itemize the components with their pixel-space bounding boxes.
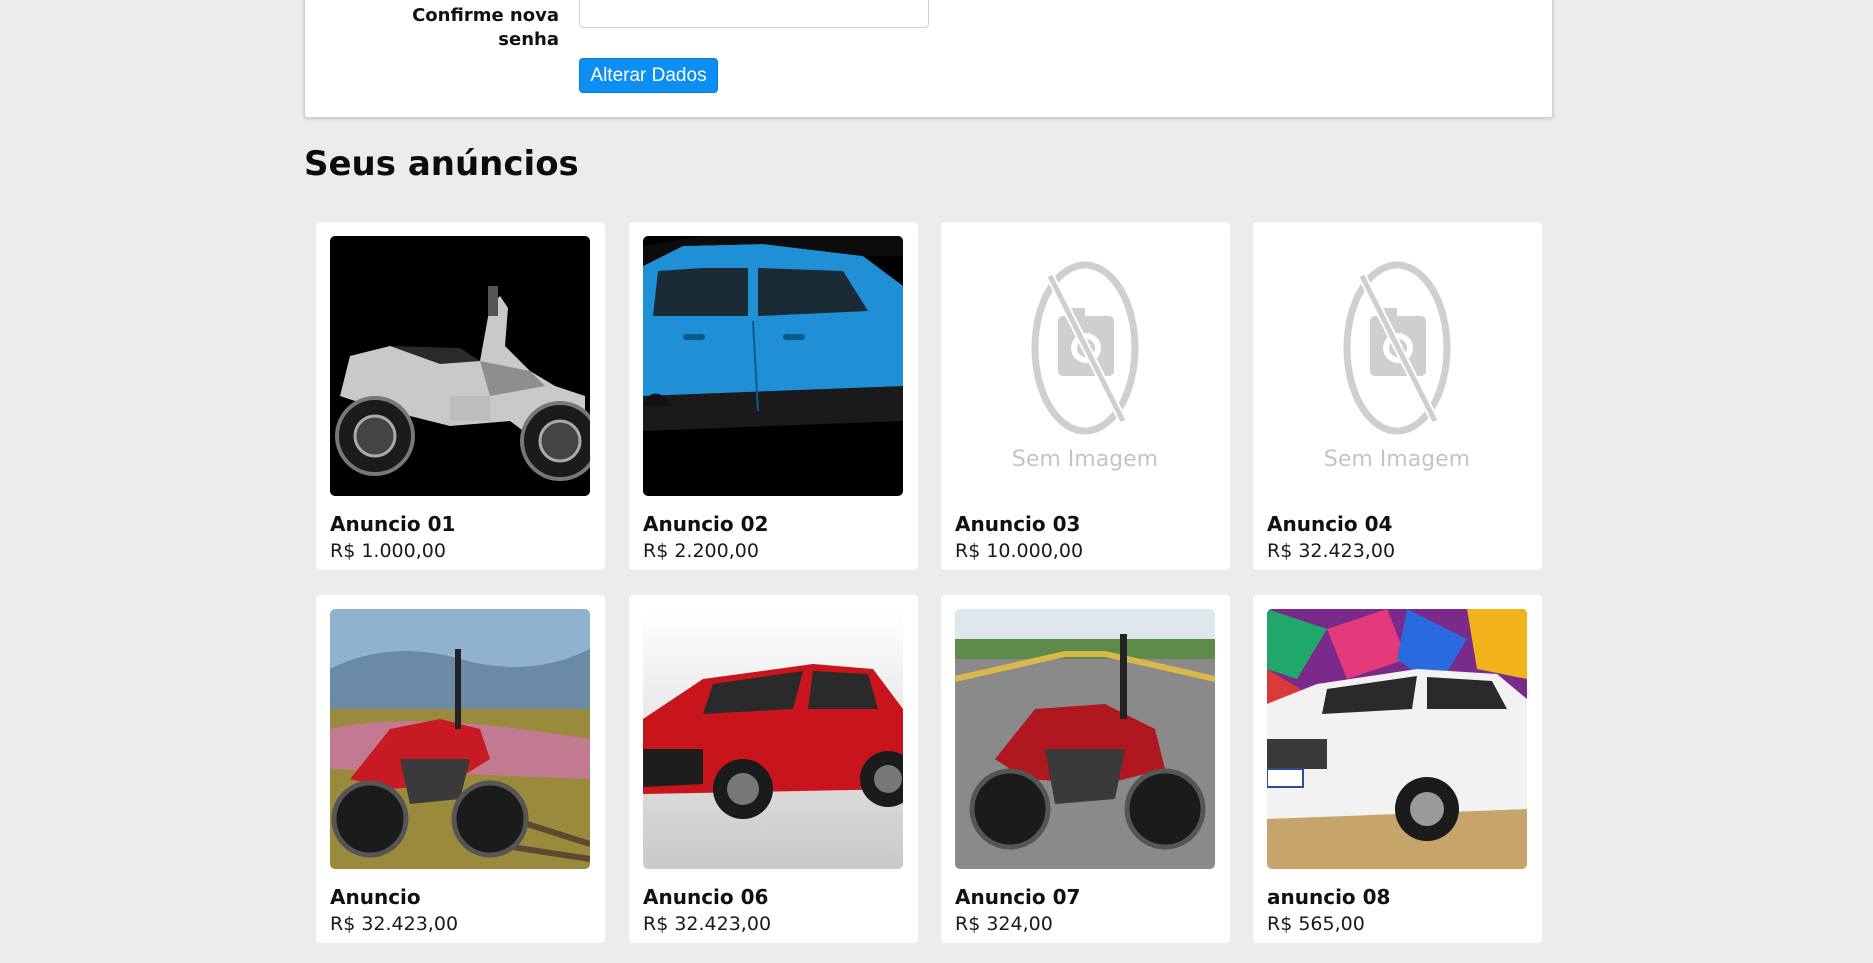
listing-title: Anuncio 02 bbox=[643, 512, 769, 536]
listing-card[interactable]: Anuncio 02 R$ 2.200,00 bbox=[629, 222, 918, 570]
listings-section-title: Seus anúncios bbox=[304, 144, 579, 184]
listing-image bbox=[1267, 609, 1527, 869]
update-data-button[interactable]: Alterar Dados bbox=[579, 58, 718, 93]
listing-card[interactable]: anuncio 08 R$ 565,00 bbox=[1253, 595, 1542, 943]
no-image-placeholder: Sem Imagem bbox=[955, 236, 1215, 496]
account-form-panel: Confirme nova senha Alterar Dados bbox=[304, 0, 1553, 118]
listing-image bbox=[330, 236, 590, 496]
listing-price: R$ 10.000,00 bbox=[955, 540, 1084, 562]
listing-image bbox=[643, 236, 903, 496]
no-image-text: Sem Imagem bbox=[1324, 447, 1470, 472]
listing-title: Anuncio 07 bbox=[955, 885, 1081, 909]
listing-card[interactable]: Anuncio 01 R$ 1.000,00 bbox=[316, 222, 605, 570]
confirm-password-label: Confirme nova senha bbox=[412, 5, 559, 50]
listing-title: Anuncio 06 bbox=[643, 885, 769, 909]
listing-price: R$ 32.423,00 bbox=[1267, 540, 1396, 562]
listing-image bbox=[643, 609, 903, 869]
no-image-text: Sem Imagem bbox=[1012, 447, 1158, 472]
listing-card[interactable]: Anuncio R$ 32.423,00 bbox=[316, 595, 605, 943]
listing-price: R$ 32.423,00 bbox=[330, 913, 459, 935]
confirm-password-input[interactable] bbox=[579, 0, 929, 28]
listing-title: Anuncio 04 bbox=[1267, 512, 1393, 536]
listing-price: R$ 1.000,00 bbox=[330, 540, 446, 562]
listing-title: Anuncio 01 bbox=[330, 512, 456, 536]
listing-price: R$ 32.423,00 bbox=[643, 913, 772, 935]
listing-title: anuncio 08 bbox=[1267, 885, 1391, 909]
listing-card[interactable]: Sem Imagem Anuncio 03 R$ 10.000,00 bbox=[941, 222, 1230, 570]
listing-title: Anuncio bbox=[330, 885, 421, 909]
listing-image bbox=[330, 609, 590, 869]
listing-card[interactable]: Anuncio 07 R$ 324,00 bbox=[941, 595, 1230, 943]
no-image-placeholder: Sem Imagem bbox=[1267, 236, 1527, 496]
listing-image bbox=[955, 609, 1215, 869]
listing-price: R$ 565,00 bbox=[1267, 913, 1365, 935]
listing-price: R$ 324,00 bbox=[955, 913, 1053, 935]
listing-title: Anuncio 03 bbox=[955, 512, 1081, 536]
listing-card[interactable]: Sem Imagem Anuncio 04 R$ 32.423,00 bbox=[1253, 222, 1542, 570]
listing-card[interactable]: Anuncio 06 R$ 32.423,00 bbox=[629, 595, 918, 943]
listing-price: R$ 2.200,00 bbox=[643, 540, 759, 562]
